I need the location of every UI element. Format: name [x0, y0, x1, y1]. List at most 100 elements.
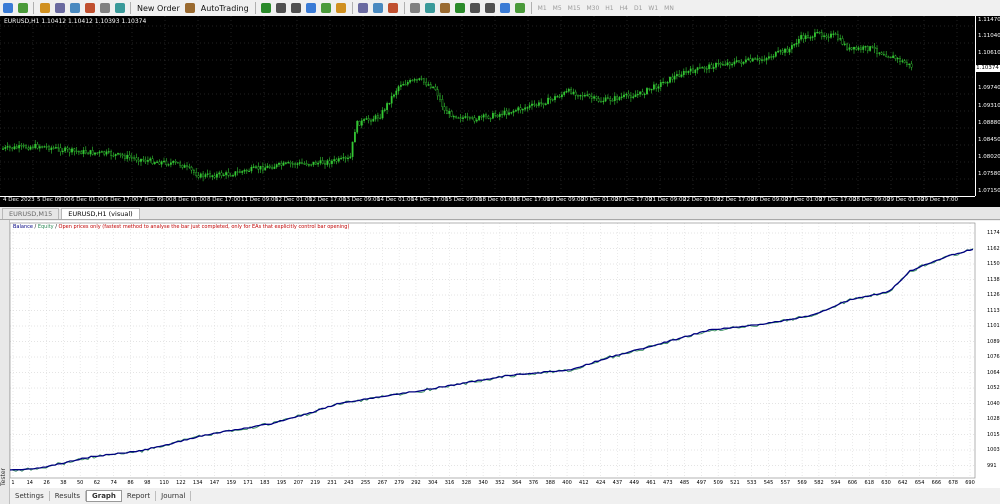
candle-body: [763, 59, 766, 61]
zoom-in-icon[interactable]: [275, 2, 288, 15]
candle-body: [29, 146, 32, 150]
indicators-icon[interactable]: [335, 2, 348, 15]
candle-body: [287, 162, 290, 164]
time-label: 14 Dec 17:00: [411, 197, 448, 203]
chart-tab-eurusd-m15[interactable]: EURUSD,M15: [2, 208, 60, 219]
timeframe-m30[interactable]: M30: [583, 5, 602, 12]
refresh-icon[interactable]: [260, 2, 273, 15]
strategy-tester-icon[interactable]: [98, 2, 111, 15]
candle-body: [245, 169, 248, 172]
chart-tab-eurusd-h1-visual[interactable]: EURUSD,H1 (visual): [61, 208, 140, 219]
graph-x-label: 195: [276, 480, 287, 486]
candle-body: [441, 99, 444, 107]
candle-body: [409, 80, 411, 83]
candle-body: [694, 69, 697, 73]
label-icon[interactable]: [499, 2, 512, 15]
arrows-icon[interactable]: [514, 2, 527, 15]
cursor-icon[interactable]: [387, 2, 400, 15]
candle-body: [296, 163, 299, 165]
vertical-line-icon[interactable]: [424, 2, 437, 15]
candle-body: [110, 151, 113, 156]
candle-body: [634, 94, 637, 97]
navigator-icon[interactable]: [53, 2, 66, 15]
tab-graph[interactable]: Graph: [86, 489, 122, 502]
timeframe-m15[interactable]: M15: [565, 5, 584, 12]
candle-body: [903, 60, 906, 63]
tab-settings[interactable]: Settings: [10, 490, 50, 501]
equity-line: [10, 248, 974, 472]
terminal-icon[interactable]: [83, 2, 96, 15]
chart-grid-icon[interactable]: [305, 2, 318, 15]
crosshair-icon[interactable]: [409, 2, 422, 15]
candle-body: [137, 159, 140, 162]
candle-body: [797, 39, 800, 44]
text-icon[interactable]: [484, 2, 497, 15]
timeframe-w1[interactable]: W1: [645, 5, 661, 12]
candle-body: [533, 103, 536, 106]
timeframe-mn[interactable]: MN: [661, 5, 677, 12]
timeframe-h1[interactable]: H1: [602, 5, 616, 12]
candle-body: [498, 113, 501, 117]
autotrading-button[interactable]: AutoTrading: [198, 4, 252, 13]
candle-body: [59, 147, 62, 152]
balance-line: [10, 248, 974, 471]
tab-report[interactable]: Report: [122, 490, 157, 501]
metaeditor-icon[interactable]: [113, 2, 126, 15]
candle-body: [816, 32, 819, 34]
channel-icon[interactable]: [469, 2, 482, 15]
history-icon[interactable]: [184, 2, 197, 15]
candle-body: [151, 158, 154, 164]
zoom-out-icon[interactable]: [290, 2, 303, 15]
candle-body: [756, 58, 759, 60]
candle-body: [96, 152, 99, 154]
candle-body: [772, 56, 775, 58]
graph-x-label: 267: [377, 480, 388, 486]
candle-body: [457, 117, 460, 119]
candlestick-chart[interactable]: [0, 16, 975, 196]
graph-x-label: 14: [26, 480, 33, 486]
candle-body: [400, 84, 402, 87]
candle-body: [202, 173, 204, 178]
profiles-icon[interactable]: [16, 2, 29, 15]
candle-body: [298, 162, 301, 164]
period-icon[interactable]: [357, 2, 370, 15]
price-chart-window[interactable]: EURUSD,H1 1.10412 1.10412 1.10393 1.1037…: [0, 16, 1000, 207]
candle-body: [420, 78, 423, 80]
graph-y-label: 1174: [987, 230, 1000, 236]
candle-body: [515, 110, 517, 112]
candle-body: [885, 54, 888, 58]
candle-body: [671, 76, 674, 80]
templates-icon[interactable]: [372, 2, 385, 15]
market-watch-icon-glyph: [39, 3, 50, 13]
candle-body: [383, 109, 386, 111]
candle-body: [825, 35, 828, 38]
trendline-icon[interactable]: [454, 2, 467, 15]
graph-x-label: 340: [478, 480, 488, 486]
candle-body: [257, 166, 260, 170]
time-label: 22 Dec 01:00: [683, 197, 720, 203]
new-chart-icon[interactable]: [1, 2, 14, 15]
time-label: 18 Dec 17:00: [513, 197, 550, 203]
candle-body: [372, 118, 375, 122]
candle-body: [227, 172, 230, 176]
timeframe-d1[interactable]: D1: [631, 5, 645, 12]
graph-y-label: 1076: [987, 354, 1000, 360]
candle-body: [827, 36, 830, 38]
market-watch-icon[interactable]: [38, 2, 51, 15]
balance-graph[interactable]: Balance / Equity / Open prices only (fas…: [10, 221, 1000, 488]
graph-y-label: 991: [987, 462, 997, 469]
timeframe-m1[interactable]: M1: [535, 5, 550, 12]
candle-body: [607, 97, 609, 99]
data-window-icon[interactable]: [68, 2, 81, 15]
new-order-button[interactable]: New Order: [134, 4, 183, 13]
autoscroll-icon[interactable]: [320, 2, 333, 15]
candle-body: [11, 147, 14, 150]
tab-results[interactable]: Results: [50, 490, 86, 501]
horizontal-line-icon[interactable]: [439, 2, 452, 15]
timeframe-m5[interactable]: M5: [550, 5, 565, 12]
timeframe-h4[interactable]: H4: [617, 5, 631, 12]
graph-y-label: 1113: [987, 307, 1000, 314]
candle-body: [248, 170, 250, 172]
tab-journal[interactable]: Journal: [156, 490, 192, 501]
graph-x-label: 122: [176, 480, 186, 486]
